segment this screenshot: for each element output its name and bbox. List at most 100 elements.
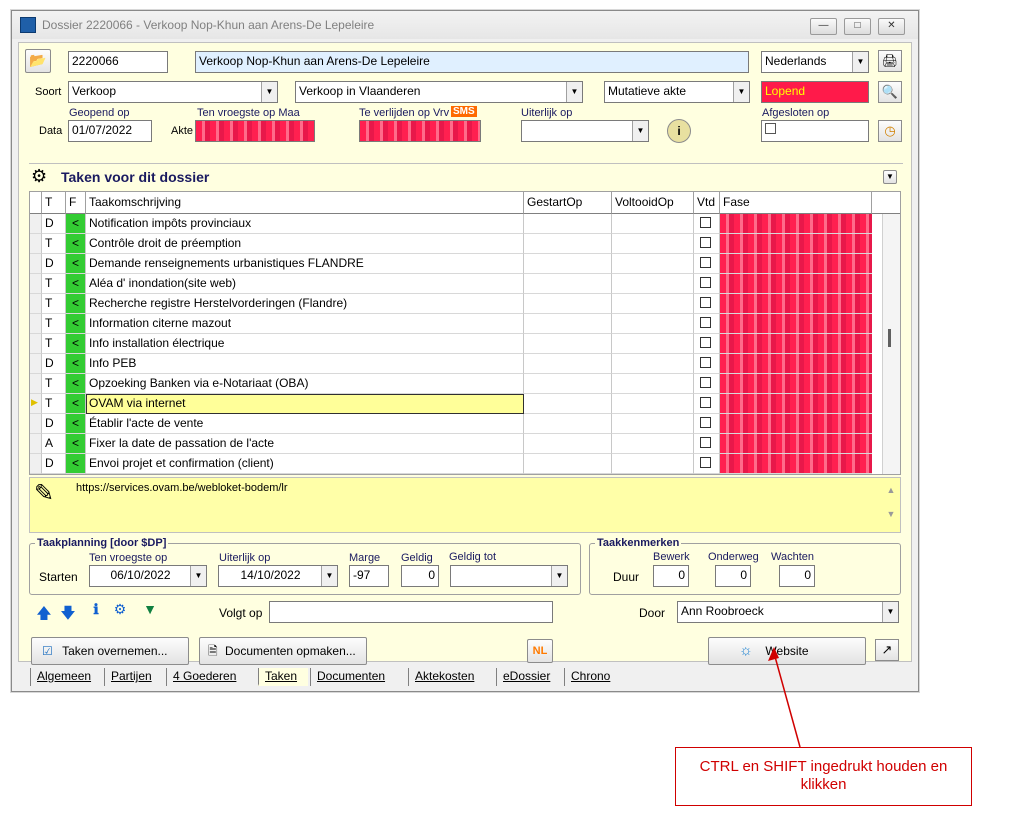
task-row[interactable]: ▶ T < OVAM via internet — [30, 394, 882, 414]
task-row[interactable]: D < Établir l'acte de vente — [30, 414, 882, 434]
subtype-select[interactable]: Verkoop in Vlaanderen ▼ — [295, 81, 583, 103]
task-type-cell[interactable]: D — [42, 354, 66, 374]
task-filter-icon[interactable]: ▼ — [139, 601, 161, 623]
vtd-cell[interactable] — [694, 414, 720, 434]
language-select[interactable]: Nederlands ▼ — [761, 51, 869, 73]
task-description-cell[interactable]: Opzoeking Banken via e-Notariaat (OBA) — [86, 374, 524, 394]
nl-language-button[interactable]: NL — [527, 639, 553, 663]
task-row[interactable]: T < Contrôle droit de préemption — [30, 234, 882, 254]
voltooid-op-cell[interactable] — [612, 434, 694, 454]
task-flag-cell[interactable]: < — [66, 414, 86, 434]
move-down-icon[interactable]: 🡇 — [59, 603, 77, 622]
task-description-cell[interactable]: Aléa d' inondation(site web) — [86, 274, 524, 294]
column-header-taakomschrijving[interactable]: Taakomschrijving — [86, 192, 524, 214]
uiterlijk-select[interactable]: 14/10/2022 ▼ — [218, 565, 338, 587]
chevron-down-icon[interactable]: ▼ — [733, 82, 749, 102]
task-flag-cell[interactable]: < — [66, 374, 86, 394]
vtd-cell[interactable] — [694, 234, 720, 254]
task-row[interactable]: D < Demande renseignements urbanistiques F… — [30, 254, 882, 274]
task-type-cell[interactable]: D — [42, 254, 66, 274]
marge-field[interactable]: -97 — [349, 565, 389, 587]
voltooid-op-cell[interactable] — [612, 234, 694, 254]
soort-select[interactable]: Verkoop ▼ — [68, 81, 278, 103]
task-description-cell[interactable]: Demande renseignements urbanistiques FLA… — [86, 254, 524, 274]
collapse-icon[interactable]: ▼ — [883, 170, 897, 184]
gestart-op-cell[interactable] — [524, 274, 612, 294]
task-description-cell[interactable]: Contrôle droit de préemption — [86, 234, 524, 254]
chevron-down-icon[interactable]: ▼ — [190, 566, 206, 586]
column-header-f[interactable]: F — [66, 192, 86, 214]
move-up-icon[interactable]: 🡅 — [35, 603, 53, 622]
task-row[interactable]: D < Envoi projet et confirmation (client) — [30, 454, 882, 474]
vtd-checkbox[interactable] — [700, 237, 711, 248]
task-type-cell[interactable]: T — [42, 394, 66, 414]
taken-overnemen-button[interactable]: ☑ Taken overnemen... — [31, 637, 189, 665]
voltooid-op-cell[interactable] — [612, 374, 694, 394]
afgesloten-op-field[interactable] — [761, 120, 869, 142]
task-flag-cell[interactable]: < — [66, 274, 86, 294]
task-info-icon[interactable]: ℹ — [85, 601, 107, 623]
maximize-button[interactable]: □ — [844, 18, 871, 35]
door-select[interactable]: Ann Roobroeck ▼ — [677, 601, 899, 623]
voltooid-op-cell[interactable] — [612, 214, 694, 234]
clock-icon[interactable]: ◷ — [878, 120, 902, 142]
task-flag-cell[interactable]: < — [66, 294, 86, 314]
vtd-cell[interactable] — [694, 394, 720, 414]
gestart-op-cell[interactable] — [524, 374, 612, 394]
task-row[interactable]: D < Info PEB — [30, 354, 882, 374]
task-details-icon[interactable]: ⚙ — [109, 601, 131, 623]
task-description-cell[interactable]: Recherche registre Herstelvorderingen (F… — [86, 294, 524, 314]
task-type-cell[interactable]: T — [42, 374, 66, 394]
task-type-cell[interactable]: A — [42, 434, 66, 454]
task-type-cell[interactable]: T — [42, 294, 66, 314]
vtd-cell[interactable] — [694, 254, 720, 274]
task-flag-cell[interactable]: < — [66, 394, 86, 414]
dossier-name-field[interactable]: Verkoop Nop-Khun aan Arens-De Lepeleire — [195, 51, 749, 73]
tab-taken[interactable]: Taken — [258, 668, 308, 686]
voltooid-op-cell[interactable] — [612, 254, 694, 274]
afgesloten-checkbox[interactable] — [765, 123, 776, 134]
vtd-cell[interactable] — [694, 454, 720, 474]
onderweg-field[interactable]: 0 — [715, 565, 751, 587]
vtd-cell[interactable] — [694, 434, 720, 454]
tab-algemeen[interactable]: Algemeen — [30, 668, 102, 686]
vtd-checkbox[interactable] — [700, 397, 711, 408]
task-flag-cell[interactable]: < — [66, 434, 86, 454]
task-type-cell[interactable]: D — [42, 414, 66, 434]
scrollbar-thumb[interactable] — [888, 329, 891, 347]
column-header-voltooidop[interactable]: VoltooidOp — [612, 192, 694, 214]
task-flag-cell[interactable]: < — [66, 334, 86, 354]
gestart-op-cell[interactable] — [524, 414, 612, 434]
voltooid-op-cell[interactable] — [612, 274, 694, 294]
task-type-cell[interactable]: T — [42, 274, 66, 294]
task-row[interactable]: T < Aléa d' inondation(site web) — [30, 274, 882, 294]
gestart-op-cell[interactable] — [524, 254, 612, 274]
wachten-field[interactable]: 0 — [779, 565, 815, 587]
tab-4-goederen[interactable]: 4 Goederen — [166, 668, 256, 686]
akte-date-field-redacted[interactable] — [195, 120, 315, 142]
vtd-checkbox[interactable] — [700, 457, 711, 468]
task-flag-cell[interactable]: < — [66, 454, 86, 474]
task-type-cell[interactable]: T — [42, 234, 66, 254]
task-description-cell[interactable]: Établir l'acte de vente — [86, 414, 524, 434]
vtd-checkbox[interactable] — [700, 277, 711, 288]
chevron-down-icon[interactable]: ▼ — [261, 82, 277, 102]
voltooid-op-cell[interactable] — [612, 414, 694, 434]
tab-documenten[interactable]: Documenten — [310, 668, 406, 686]
volgt-op-field[interactable] — [269, 601, 553, 623]
chevron-down-icon[interactable]: ▼ — [321, 566, 337, 586]
vtd-checkbox[interactable] — [700, 337, 711, 348]
vtd-checkbox[interactable] — [700, 357, 711, 368]
voltooid-op-cell[interactable] — [612, 354, 694, 374]
uiterlijk-op-select[interactable]: ▼ — [521, 120, 649, 142]
task-type-cell[interactable]: T — [42, 314, 66, 334]
task-type-cell[interactable]: D — [42, 454, 66, 474]
task-flag-cell[interactable]: < — [66, 254, 86, 274]
voltooid-op-cell[interactable] — [612, 454, 694, 474]
vtd-cell[interactable] — [694, 314, 720, 334]
vtd-cell[interactable] — [694, 274, 720, 294]
task-type-cell[interactable]: T — [42, 334, 66, 354]
vtd-checkbox[interactable] — [700, 417, 711, 428]
column-header-vtd[interactable]: Vtd — [694, 192, 720, 214]
chevron-down-icon[interactable]: ▼ — [852, 52, 868, 72]
